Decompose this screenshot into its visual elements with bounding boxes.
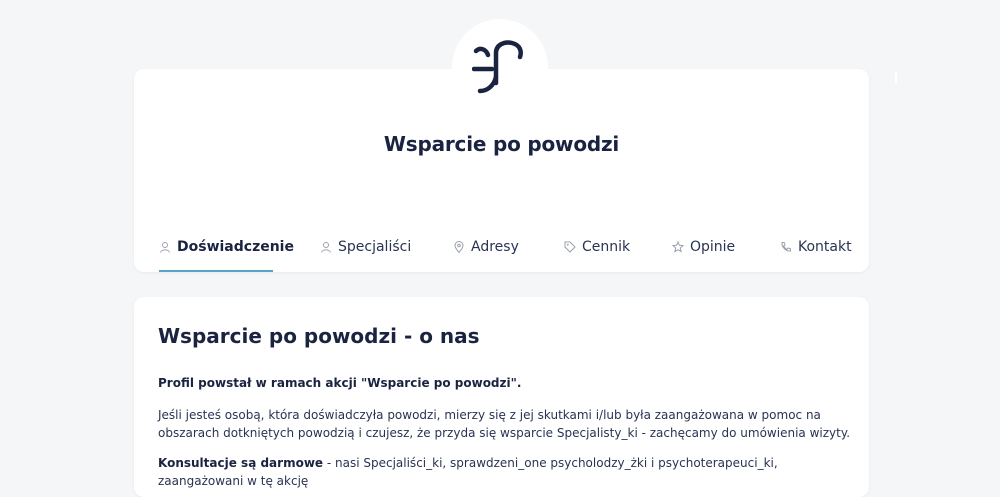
- profile-title: Wsparcie po powodzi: [383, 132, 620, 156]
- user-icon: [321, 242, 331, 253]
- scrollbar-marker: [895, 72, 897, 84]
- intro-text: Profil powstał w ramach akcji "Wsparcie …: [158, 376, 522, 390]
- tab-doswiadczenie[interactable]: Doświadczenie: [159, 232, 294, 272]
- tab-cennik[interactable]: Cennik: [564, 232, 630, 272]
- tab-specjalisci[interactable]: Specjaliści: [320, 232, 411, 272]
- tag-icon: [564, 241, 576, 253]
- active-tab-indicator: [159, 270, 273, 272]
- about-paragraph: Jeśli jesteś osobą, która doświadczyła p…: [158, 408, 851, 440]
- profile-tabs: Doświadczenie Specjaliści Adresy Cennik …: [134, 232, 869, 272]
- about-consult: Konsultacje są darmowe - nasi Specjaliśc…: [158, 454, 858, 490]
- consult-bold: Konsultacje są darmowe: [158, 456, 324, 470]
- brand-logo-icon: [472, 40, 523, 94]
- tab-label: Adresy: [471, 239, 519, 255]
- tab-kontakt[interactable]: Kontakt: [780, 232, 852, 272]
- user-icon: [160, 242, 170, 253]
- star-icon: [672, 241, 684, 253]
- about-intro: Profil powstał w ramach akcji "Wsparcie …: [158, 374, 858, 392]
- section-title: Wsparcie po powodzi - o nas: [158, 324, 480, 348]
- logo-circle: [452, 19, 548, 115]
- tab-label: Cennik: [582, 239, 631, 255]
- tab-label: Opinie: [690, 239, 736, 255]
- tab-label: Kontakt: [798, 239, 852, 255]
- tab-opinie[interactable]: Opinie: [672, 232, 735, 272]
- tab-adresy[interactable]: Adresy: [453, 232, 519, 272]
- tab-label: Specjaliści: [338, 239, 412, 255]
- phone-icon: [781, 242, 791, 252]
- tab-label: Doświadczenie: [177, 239, 294, 255]
- map-pin-icon: [454, 241, 464, 253]
